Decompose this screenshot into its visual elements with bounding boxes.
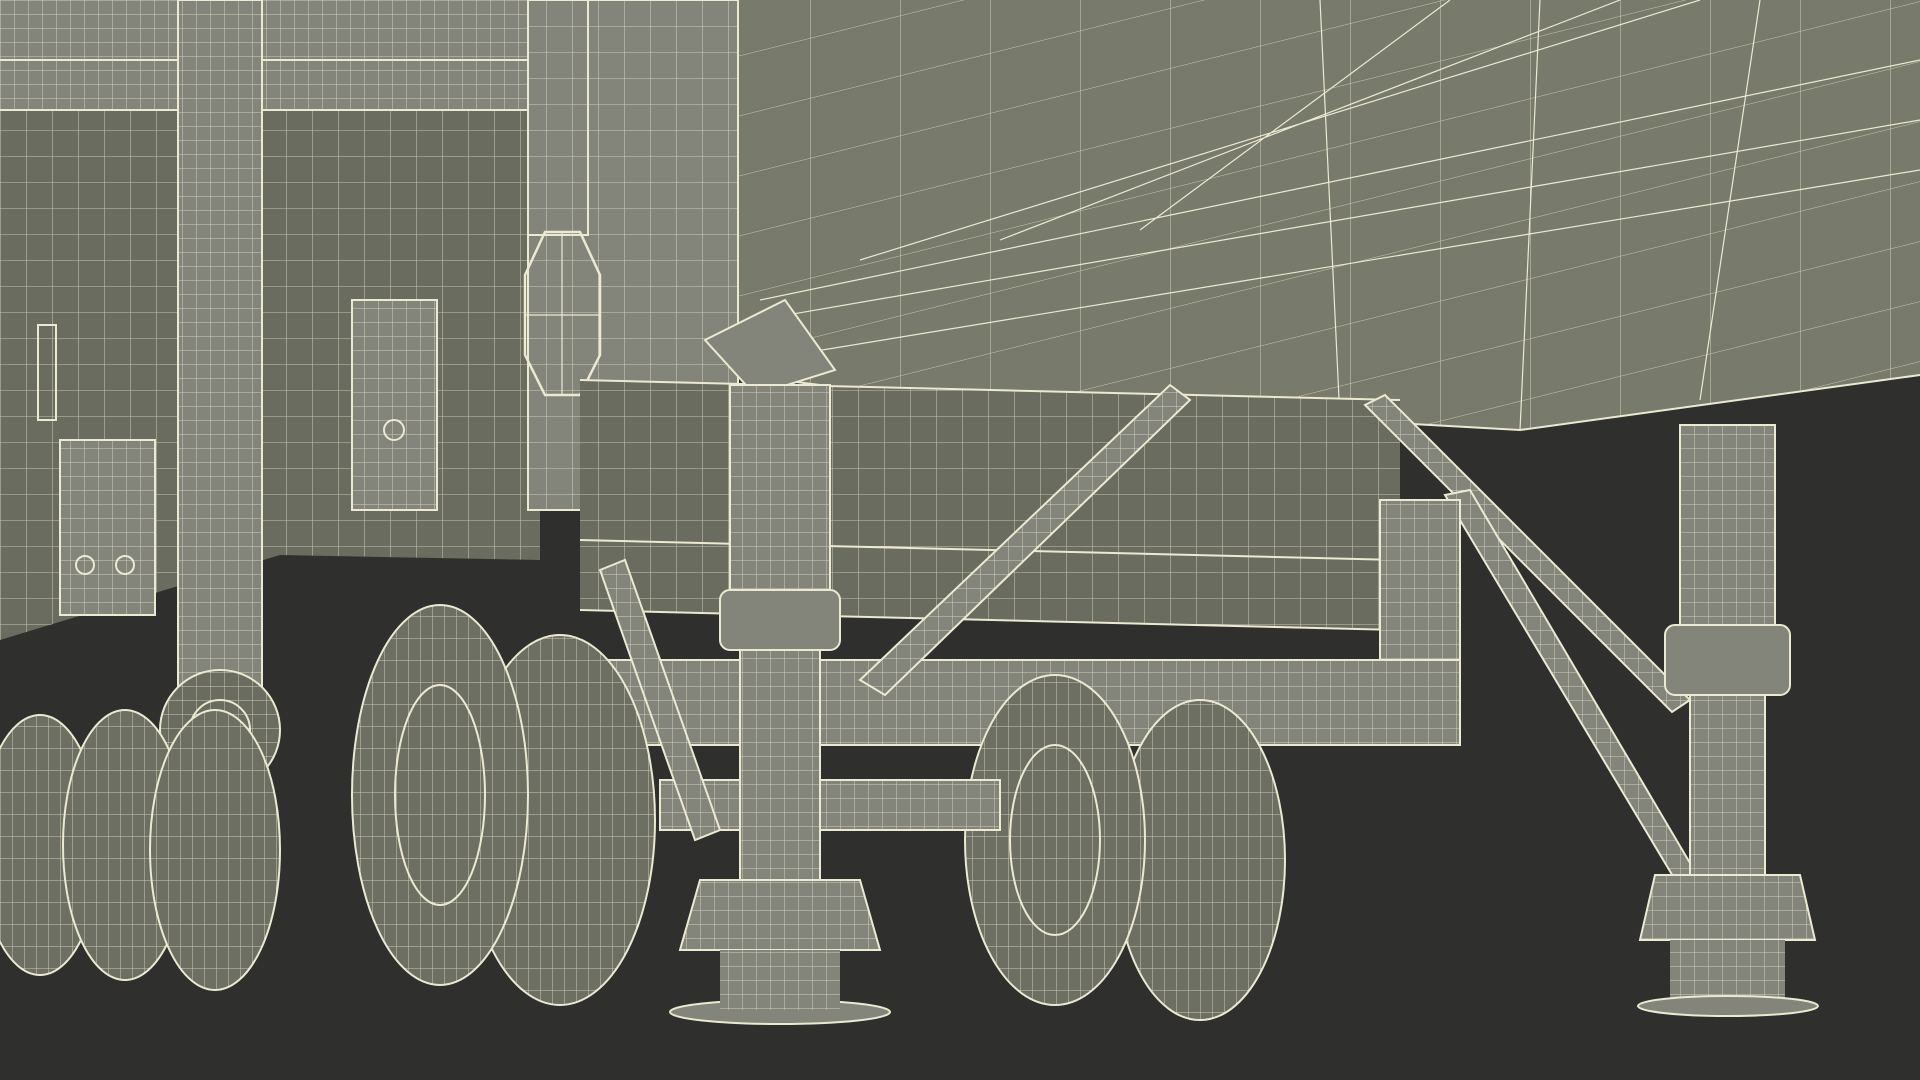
hydraulic-cylinder [159,0,281,791]
tire-group-middle [351,604,656,1006]
tire-group-left [0,709,281,991]
access-plate-center [351,299,438,511]
access-plate-left [59,439,156,616]
wireframe-scene [0,0,1920,1080]
deck-bracket [1379,499,1461,661]
